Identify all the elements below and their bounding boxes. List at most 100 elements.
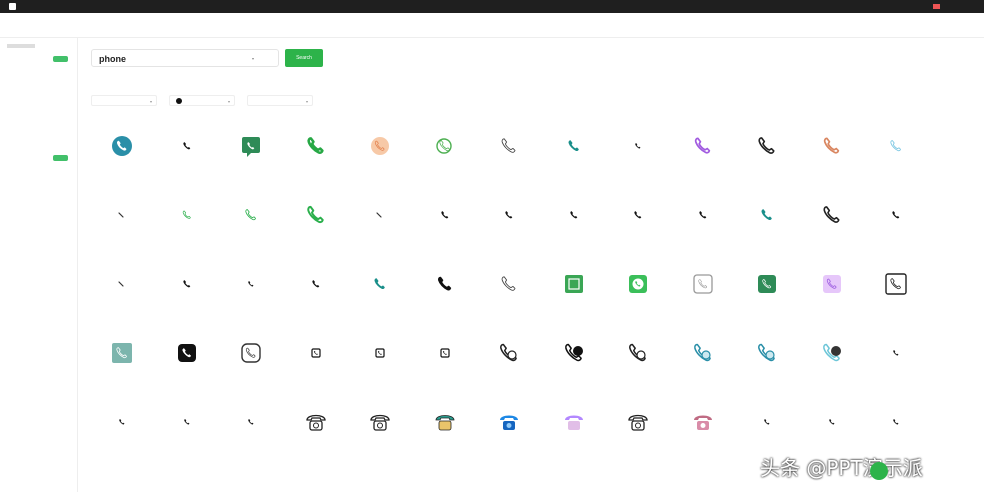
icon-card[interactable] bbox=[542, 325, 606, 393]
icon-card[interactable] bbox=[477, 325, 541, 393]
icon-card[interactable] bbox=[606, 325, 670, 393]
icon-card[interactable] bbox=[413, 325, 477, 393]
icon-card[interactable] bbox=[542, 394, 606, 462]
icon-card[interactable] bbox=[671, 256, 735, 324]
icon-card[interactable] bbox=[219, 394, 283, 462]
phone-icon bbox=[242, 137, 260, 157]
language-flag-icon[interactable] bbox=[933, 4, 940, 9]
icon-card[interactable] bbox=[348, 394, 412, 462]
filter-dropdown[interactable]: ▾ bbox=[247, 95, 313, 106]
icon-card[interactable] bbox=[477, 187, 541, 255]
phone-icon bbox=[764, 419, 770, 425]
phone-icon bbox=[761, 209, 772, 221]
phone-icon bbox=[564, 415, 583, 430]
phone-icon bbox=[568, 140, 579, 152]
icon-card[interactable] bbox=[477, 256, 541, 324]
phone-icon bbox=[245, 209, 256, 221]
icon-card[interactable] bbox=[155, 187, 219, 255]
icon-card[interactable] bbox=[219, 187, 283, 255]
icon-card[interactable] bbox=[606, 394, 670, 462]
icon-card[interactable] bbox=[348, 325, 412, 393]
icon-card[interactable] bbox=[735, 187, 799, 255]
icon-card[interactable] bbox=[864, 325, 928, 393]
icon-card[interactable] bbox=[155, 325, 219, 393]
color-swatch-icon bbox=[176, 97, 182, 104]
icon-card[interactable] bbox=[90, 325, 154, 393]
phone-icon bbox=[374, 278, 385, 290]
icon-card[interactable] bbox=[800, 187, 864, 255]
icon-card[interactable] bbox=[90, 187, 154, 255]
icon-card[interactable] bbox=[284, 256, 348, 324]
icon-card[interactable] bbox=[542, 187, 606, 255]
icon-card[interactable] bbox=[413, 118, 477, 186]
phone-icon bbox=[893, 350, 899, 356]
phone-icon bbox=[629, 275, 647, 293]
phone-icon bbox=[693, 415, 712, 430]
phone-icon bbox=[182, 280, 190, 288]
icon-card[interactable] bbox=[735, 118, 799, 186]
icon-card[interactable] bbox=[542, 256, 606, 324]
icon-card[interactable] bbox=[219, 118, 283, 186]
phone-icon bbox=[306, 205, 324, 224]
icon-card[interactable] bbox=[284, 118, 348, 186]
chevron-down-icon: ▾ bbox=[149, 99, 152, 104]
icon-card[interactable] bbox=[219, 256, 283, 324]
icon-card[interactable] bbox=[284, 325, 348, 393]
icon-card[interactable] bbox=[155, 118, 219, 186]
icon-card[interactable] bbox=[284, 187, 348, 255]
icon-card[interactable] bbox=[800, 118, 864, 186]
icon-card[interactable] bbox=[800, 256, 864, 324]
icon-card[interactable] bbox=[348, 187, 412, 255]
chevron-down-icon[interactable]: ▾ bbox=[252, 56, 254, 61]
icon-card[interactable] bbox=[348, 118, 412, 186]
search-input[interactable]: phone ▾ bbox=[91, 49, 279, 67]
icon-card[interactable] bbox=[606, 118, 670, 186]
phone-icon bbox=[435, 138, 452, 154]
phone-icon bbox=[893, 419, 899, 425]
icon-card[interactable] bbox=[800, 325, 864, 393]
search-button[interactable]: Search bbox=[285, 49, 323, 67]
phone-icon bbox=[305, 414, 326, 431]
icon-card[interactable] bbox=[864, 187, 928, 255]
icon-card[interactable] bbox=[671, 118, 735, 186]
icon-card[interactable] bbox=[864, 118, 928, 186]
icon-card[interactable] bbox=[735, 325, 799, 393]
phone-icon bbox=[371, 137, 389, 155]
phone-icon bbox=[311, 280, 319, 288]
color-filter-dropdown[interactable]: ▾ bbox=[169, 95, 235, 106]
icon-card[interactable] bbox=[606, 256, 670, 324]
icon-card[interactable] bbox=[413, 394, 477, 462]
icon-card[interactable] bbox=[606, 187, 670, 255]
icon-card[interactable] bbox=[477, 394, 541, 462]
icon-card[interactable] bbox=[413, 256, 477, 324]
phone-icon bbox=[435, 415, 454, 431]
icon-card[interactable] bbox=[90, 394, 154, 462]
icon-card[interactable] bbox=[90, 256, 154, 324]
icon-card[interactable] bbox=[542, 118, 606, 186]
icon-card[interactable] bbox=[864, 256, 928, 324]
icon-card[interactable] bbox=[284, 394, 348, 462]
phone-icon bbox=[118, 281, 124, 287]
icon-card[interactable] bbox=[219, 325, 283, 393]
phone-icon bbox=[569, 211, 577, 219]
phone-icon bbox=[693, 343, 711, 362]
icon-card[interactable] bbox=[735, 256, 799, 324]
icon-card[interactable] bbox=[671, 325, 735, 393]
icon-card[interactable] bbox=[671, 394, 735, 462]
icon-card[interactable] bbox=[348, 256, 412, 324]
filter-dropdown[interactable]: ▾ bbox=[91, 95, 157, 106]
new-badge bbox=[53, 56, 68, 62]
icon-card[interactable] bbox=[155, 256, 219, 324]
icon-card[interactable] bbox=[155, 394, 219, 462]
phone-icon bbox=[310, 348, 321, 358]
chevron-down-icon: ▾ bbox=[305, 99, 308, 104]
phone-icon bbox=[564, 275, 583, 293]
logo-icon[interactable] bbox=[9, 3, 16, 10]
icon-card[interactable] bbox=[671, 187, 735, 255]
icon-card[interactable] bbox=[477, 118, 541, 186]
phone-icon bbox=[505, 211, 513, 219]
icon-card[interactable] bbox=[413, 187, 477, 255]
phone-icon bbox=[370, 414, 390, 431]
icon-card[interactable] bbox=[90, 118, 154, 186]
phone-icon bbox=[564, 343, 583, 362]
